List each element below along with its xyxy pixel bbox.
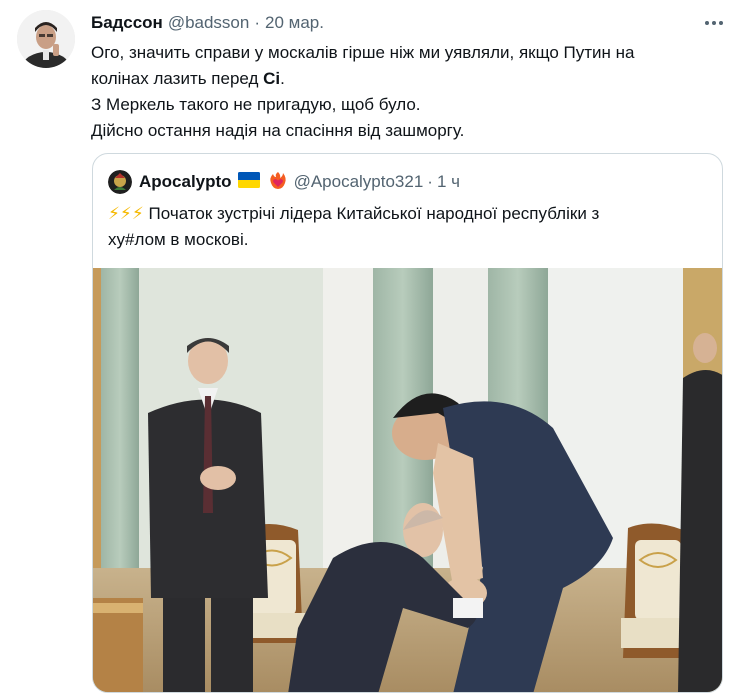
quote-avatar[interactable]: [108, 170, 132, 194]
quote-text: ⚡⚡⚡ Початок зустрічі лідера Китайської н…: [108, 201, 708, 253]
user-handle[interactable]: @badsson: [168, 13, 250, 33]
quote-text-line: ху#лом в москові.: [108, 230, 249, 249]
quote-handle[interactable]: @Apocalypto321: [294, 172, 424, 192]
ukraine-flag-icon: [237, 171, 260, 193]
lightning-icon: ⚡⚡⚡: [108, 204, 144, 223]
tweet-date[interactable]: 20 мар.: [265, 13, 324, 33]
quote-media-image[interactable]: [93, 268, 722, 692]
text-segment: .: [280, 69, 285, 88]
quote-display-name[interactable]: Apocalypto: [139, 172, 232, 192]
tweet-text-line: Ого, значить справи у москалів гірше ніж…: [91, 43, 635, 62]
user-avatar[interactable]: [17, 10, 75, 68]
quoted-tweet[interactable]: Apocalypto @Apocalypto321 · 1 ч ⚡⚡⚡ Поча…: [92, 153, 723, 693]
display-name[interactable]: Бадссон: [91, 13, 163, 33]
quote-time[interactable]: 1 ч: [437, 172, 460, 192]
tweet-text: Ого, значить справи у москалів гірше ніж…: [91, 40, 721, 144]
tweet-text-line: колінах лазить перед Сі.: [91, 66, 721, 92]
separator-dot: ·: [254, 13, 261, 32]
quote-text-line: ⚡⚡⚡ Початок зустрічі лідера Китайської н…: [108, 201, 708, 227]
bold-text: Сі: [263, 69, 281, 88]
tweet-text-line: З Меркель такого не пригадую, щоб було.: [91, 95, 421, 114]
quote-header: Apocalypto @Apocalypto321 · 1 ч: [139, 171, 460, 193]
tweet: Бадссон @badsson · 20 мар. Ого, значить …: [0, 0, 743, 693]
text-segment: колінах лазить перед: [91, 69, 264, 88]
tweet-header: Бадссон @badsson · 20 мар.: [91, 12, 324, 34]
separator-dot: ·: [427, 172, 433, 191]
text-segment: Початок зустрічі лідера Китайської народ…: [148, 204, 600, 223]
heart-fire-icon: [268, 170, 288, 195]
more-options-icon[interactable]: [700, 12, 728, 34]
tweet-text-line: Дійсно остання надія на спасіння від заш…: [91, 121, 465, 140]
